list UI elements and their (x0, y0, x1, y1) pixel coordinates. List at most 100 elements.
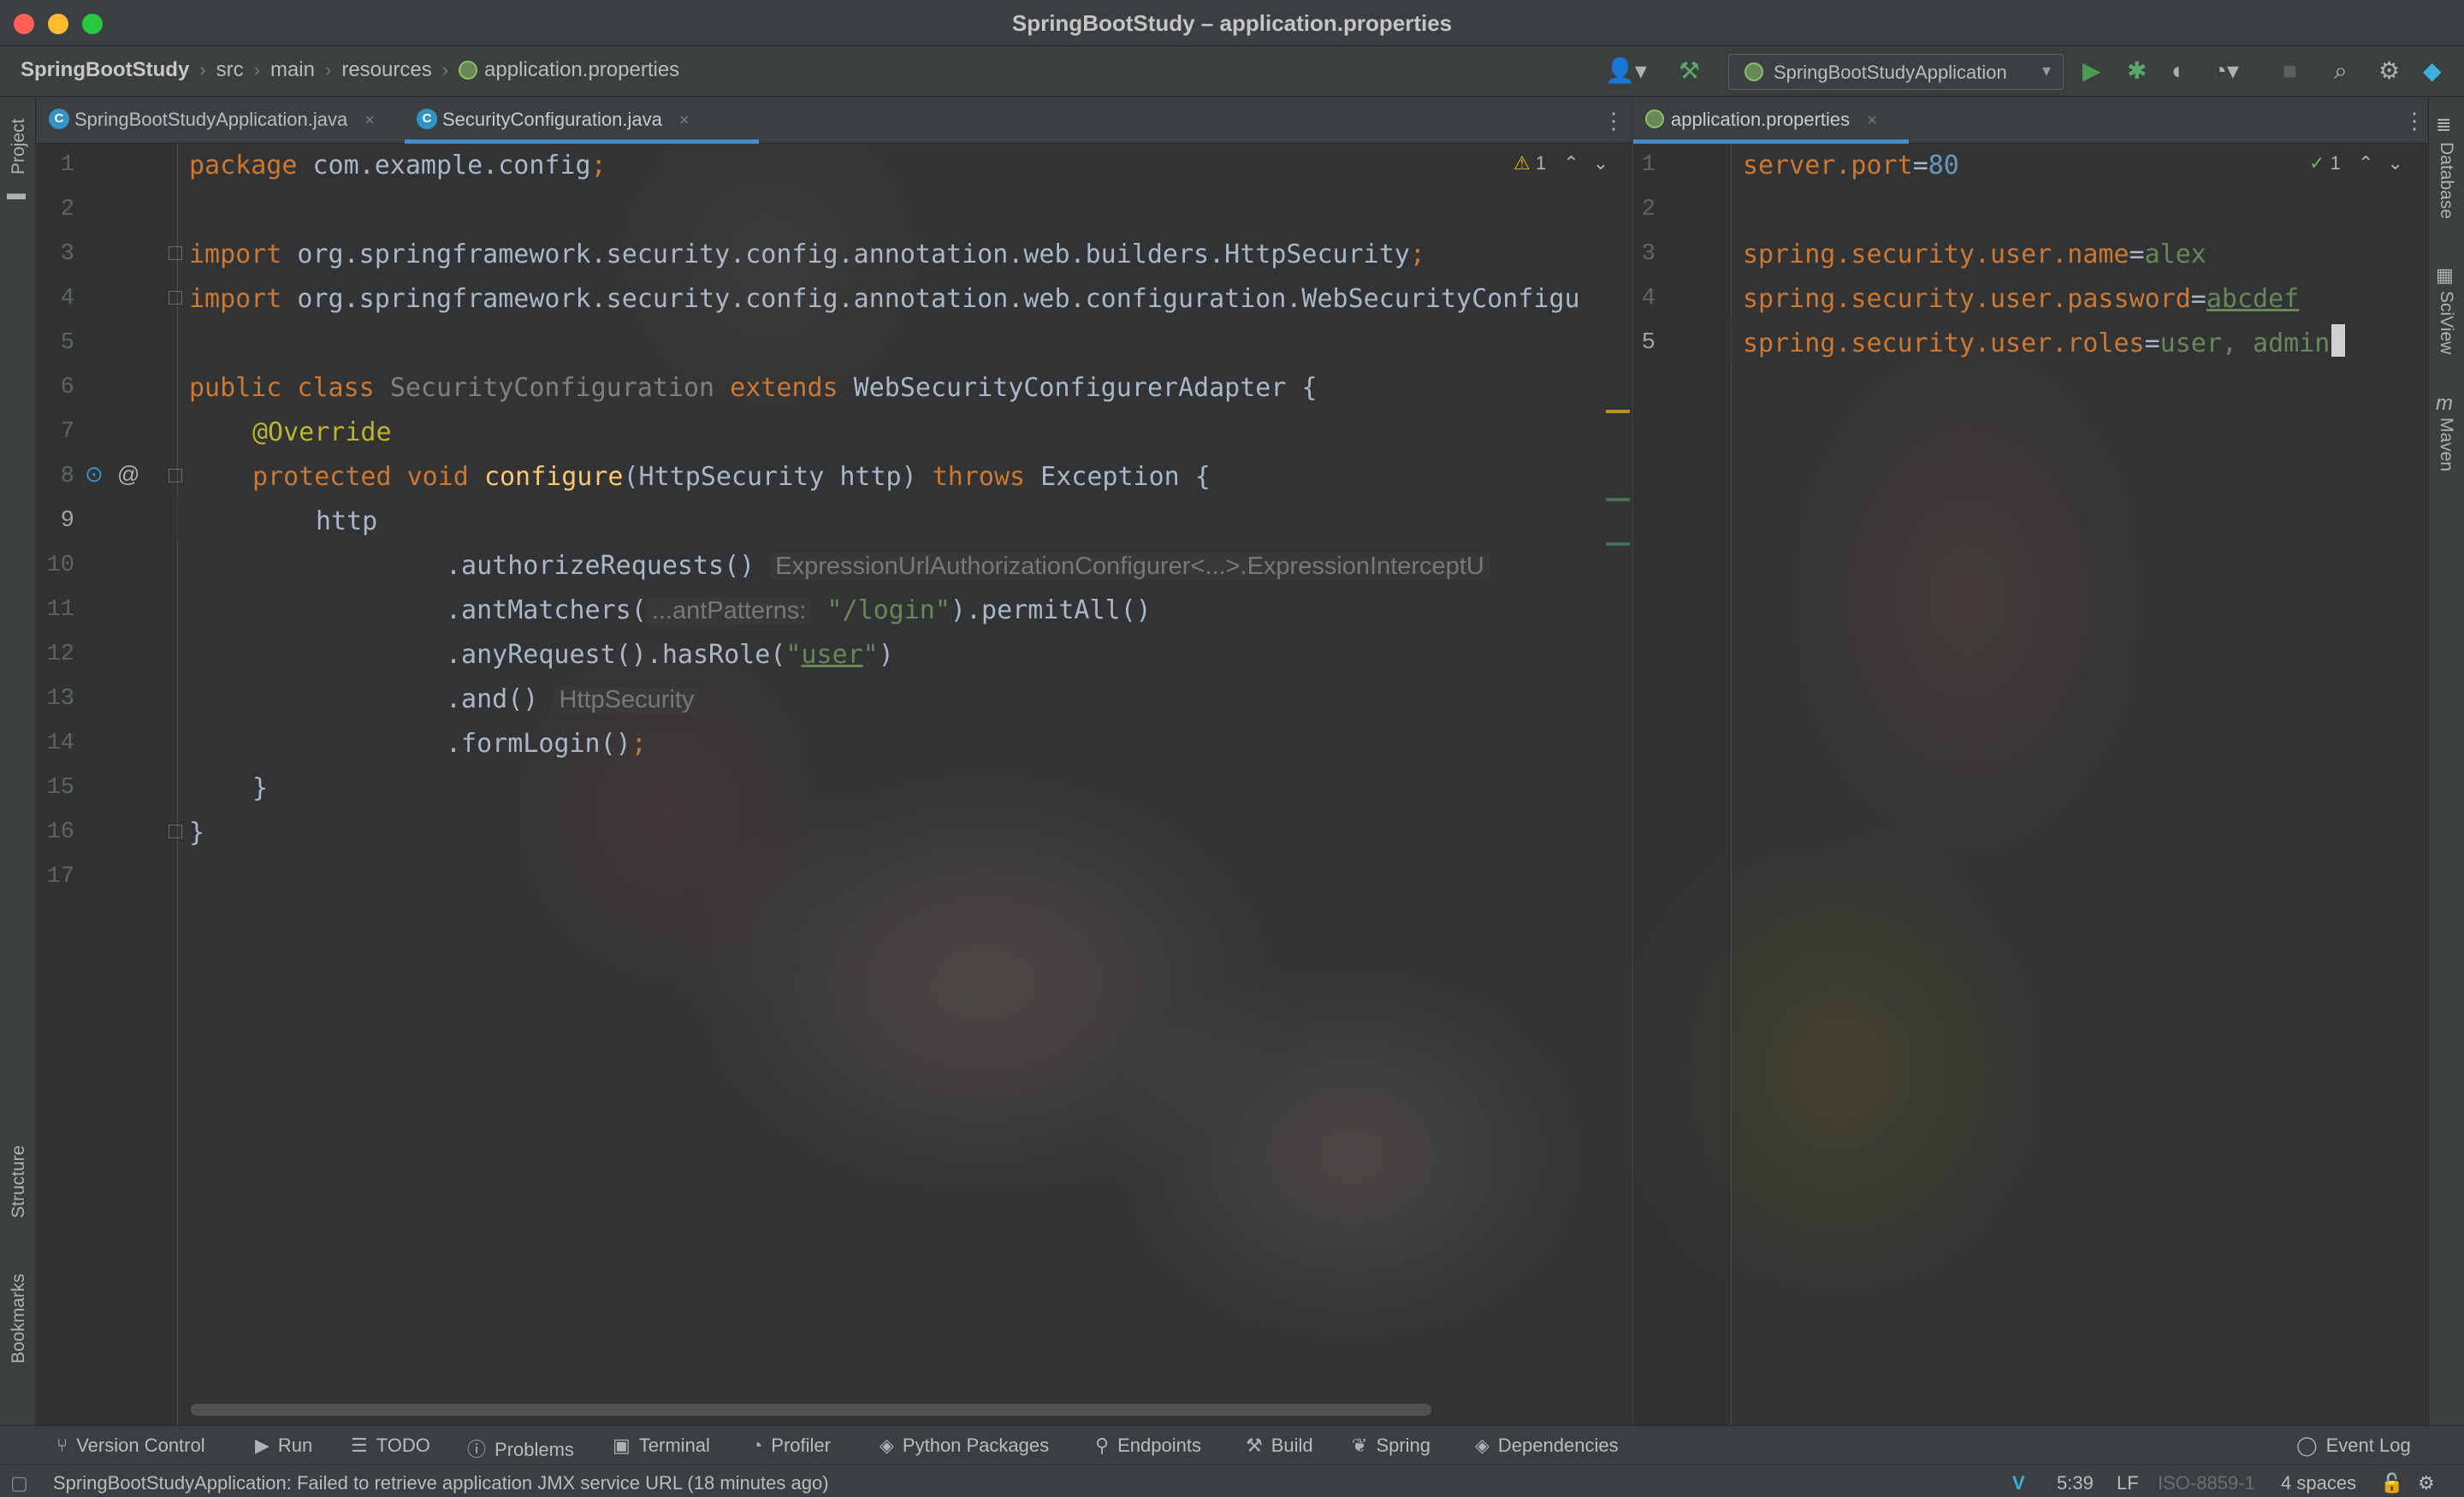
more-vertical-icon[interactable]: ⋮ (2403, 108, 2426, 134)
user-icon[interactable]: 👤▾ (1605, 57, 1647, 85)
override-method-icon[interactable]: ⊙ (85, 460, 104, 488)
list-icon: ☰ (351, 1435, 368, 1456)
inlay-type-hint: ExpressionUrlAuthorizationConfigurer<...… (770, 553, 1490, 580)
line-number: 15 (46, 775, 74, 801)
code-line-4: import org.springframework.security.conf… (189, 284, 1580, 314)
problems-button[interactable]: ⓘ Problems (467, 1435, 574, 1462)
java-class-icon: C (417, 109, 437, 129)
build-button[interactable]: ⚒ Build (1246, 1435, 1313, 1457)
line-number: 10 (46, 553, 74, 578)
breadcrumb-resources[interactable]: resources (341, 58, 431, 82)
chevron-down-icon[interactable]: ⌄ (2388, 152, 2403, 174)
at-annotation-icon[interactable]: @ (117, 460, 139, 488)
chevron-up-icon[interactable]: ⌃ (2358, 152, 2373, 174)
close-icon[interactable]: × (679, 111, 690, 130)
run-configuration-select[interactable]: SpringBootStudyApplication ▾ (1728, 54, 2064, 90)
maven-tool-window-button[interactable]: Maven (2436, 417, 2456, 471)
gear-icon[interactable]: ⚙ (2378, 57, 2400, 85)
coverage-icon[interactable]: ◐ (2171, 57, 2186, 85)
chevron-right-icon: › (253, 59, 260, 80)
warning-marker[interactable] (1606, 410, 1630, 413)
caret-position[interactable]: 5:39 (2057, 1472, 2094, 1494)
file-encoding[interactable]: ISO-8859-1 (2158, 1472, 2255, 1494)
indent-setting[interactable]: 4 spaces (2281, 1472, 2356, 1494)
project-tool-window-button[interactable]: Project (9, 119, 29, 175)
profiler-button[interactable]: ◔ Profiler (751, 1435, 831, 1457)
profile-icon[interactable]: ◔▾ (2212, 57, 2239, 85)
lock-icon[interactable]: 🔓 (2380, 1472, 2403, 1494)
line-number: 7 (60, 419, 74, 445)
fold-marker-icon[interactable] (169, 825, 182, 838)
maven-icon: m (2436, 392, 2453, 415)
vcs-icon[interactable]: V (2012, 1472, 2025, 1494)
line-separator[interactable]: LF (2117, 1472, 2139, 1494)
python-packages-button[interactable]: ◈ Python Packages (880, 1435, 1049, 1457)
toolbox-icon[interactable]: ◆ (2423, 57, 2442, 85)
line-number-current: 5 (1641, 330, 1656, 356)
warning-count: 1 (1535, 152, 1547, 174)
hammer-icon[interactable]: ⚒ (1679, 57, 1700, 85)
search-icon[interactable]: ⌕ (2334, 57, 2348, 85)
inlay-type-hint: HttpSecurity (554, 686, 700, 713)
database-tool-window-button[interactable]: Database (2436, 142, 2456, 219)
tab-label: SecurityConfiguration.java (442, 109, 662, 130)
version-control-button[interactable]: ⑂ Version Control (56, 1435, 205, 1457)
line-number: 11 (46, 597, 74, 623)
breadcrumb-project[interactable]: SpringBootStudy (21, 58, 189, 82)
navigation-bar: SpringBootStudy › src › main › resources… (0, 47, 2464, 97)
status-message[interactable]: SpringBootStudyApplication: Failed to re… (53, 1472, 829, 1494)
chevron-up-icon[interactable]: ⌃ (1563, 152, 1578, 174)
sciview-tool-window-button[interactable]: SciView (2436, 291, 2456, 354)
chevron-down-icon[interactable]: ⌄ (1593, 152, 1608, 174)
breadcrumb-main[interactable]: main (270, 58, 315, 82)
properties-editor[interactable]: 1 2 3 4 5 ✓ 1 ⌃ ⌄ server.port=80 spring.… (1633, 144, 2427, 1425)
line-number: 5 (60, 330, 74, 356)
inspection-widget[interactable]: ✓ 1 ⌃ ⌄ (2309, 152, 2403, 175)
code-editor-security-configuration[interactable]: 1 2 3 4 5 6 7 8 9 10 11 12 13 14 15 16 1… (37, 144, 1632, 1425)
fold-marker-icon[interactable] (169, 246, 182, 260)
bookmarks-tool-window-button[interactable]: Bookmarks (9, 1274, 29, 1364)
debug-icon[interactable]: ✱ (2127, 57, 2147, 85)
chevron-right-icon: › (199, 59, 206, 80)
spring-button[interactable]: ❦ Spring (1352, 1435, 1430, 1457)
code-line-7: @Override (252, 417, 392, 447)
code-line-1: package com.example.config; (189, 151, 607, 180)
endpoints-button[interactable]: ⚲ Endpoints (1095, 1435, 1201, 1457)
terminal-button[interactable]: ▣ Terminal (613, 1435, 710, 1457)
inspection-widget[interactable]: ⚠ 1 ⌃ ⌄ (1513, 152, 1608, 175)
right-tool-strip: ≣ Database ▦ SciView m Maven (2428, 98, 2464, 1425)
database-icon: ≣ (2436, 114, 2452, 135)
code-line-15: } (252, 773, 269, 803)
inspection-profile-icon[interactable]: ⚙ (2418, 1472, 2435, 1494)
event-log-button[interactable]: ◯ Event Log (2296, 1435, 2411, 1457)
spring-icon: ❦ (1352, 1435, 1368, 1456)
toggle-tool-windows-icon[interactable]: ▢ (10, 1472, 28, 1494)
tab-application-properties[interactable]: application.properties × (1633, 98, 1909, 144)
breadcrumb-src[interactable]: src (216, 58, 244, 82)
change-marker[interactable] (1606, 498, 1630, 501)
dependencies-button[interactable]: ◈ Dependencies (1475, 1435, 1619, 1457)
line-number: 1 (1641, 152, 1656, 178)
code-line-12: .anyRequest().hasRole("user") (446, 640, 894, 670)
run-icon[interactable]: ▶ (2082, 57, 2101, 85)
text-caret (2331, 324, 2346, 357)
line-number: 4 (60, 286, 74, 311)
check-icon: ✓ (2309, 152, 2325, 174)
horizontal-scrollbar[interactable] (191, 1404, 1431, 1416)
run-tool-button[interactable]: ▶ Run (255, 1435, 312, 1457)
fold-marker-icon[interactable] (169, 469, 182, 482)
tab-securityconfiguration[interactable]: C SecurityConfiguration.java × (405, 98, 759, 144)
tab-springbootstudyapplication[interactable]: C SpringBootStudyApplication.java × (37, 98, 401, 144)
code-line-3: import org.springframework.security.conf… (189, 240, 1425, 269)
structure-tool-window-button[interactable]: Structure (9, 1145, 29, 1218)
close-icon[interactable]: × (364, 111, 375, 130)
more-vertical-icon[interactable]: ⋮ (1602, 108, 1625, 134)
todo-button[interactable]: ☰ TODO (351, 1435, 430, 1457)
chevron-right-icon: › (441, 59, 449, 80)
fold-marker-icon[interactable] (169, 291, 182, 305)
property-line-4: spring.security.user.password=abcdef (1743, 284, 2300, 314)
stop-icon[interactable]: ■ (2283, 57, 2297, 85)
breadcrumb-file[interactable]: application.properties (484, 58, 679, 82)
close-icon[interactable]: × (1867, 111, 1877, 130)
line-number: 3 (1641, 241, 1656, 267)
